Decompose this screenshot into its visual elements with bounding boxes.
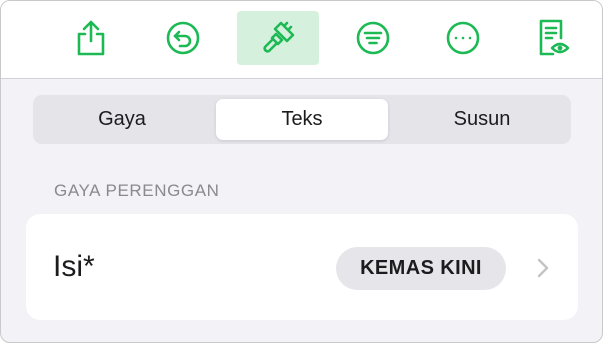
- segmented-control: Gaya Teks Susun: [33, 95, 571, 144]
- reader-view-button[interactable]: [512, 11, 594, 65]
- undo-icon: [165, 20, 201, 56]
- format-panel: Gaya Teks Susun GAYA PERENGGAN Isi* KEMA…: [0, 0, 603, 343]
- section-header: GAYA PERENGGAN: [54, 181, 220, 200]
- more-button[interactable]: [422, 11, 504, 65]
- reader-view-icon: [535, 18, 571, 58]
- segment-gaya[interactable]: Gaya: [37, 99, 207, 140]
- chevron-right-icon[interactable]: [536, 257, 550, 284]
- segment-susun[interactable]: Susun: [397, 99, 567, 140]
- paragraph-style-row[interactable]: Isi* KEMAS KINI: [26, 214, 578, 320]
- segment-label: Gaya: [98, 108, 146, 130]
- segment-label: Teks: [281, 108, 323, 130]
- insert-list-icon: [355, 20, 391, 56]
- update-style-button[interactable]: KEMAS KINI: [336, 247, 506, 290]
- insert-button[interactable]: [332, 11, 414, 65]
- share-icon: [74, 19, 108, 57]
- undo-button[interactable]: [142, 11, 224, 65]
- format-button[interactable]: [237, 11, 319, 65]
- segment-teks[interactable]: Teks: [216, 99, 388, 140]
- paintbrush-icon: [259, 19, 297, 57]
- toolbar: [1, 1, 602, 79]
- share-button[interactable]: [50, 11, 132, 65]
- paragraph-style-name: Isi*: [53, 250, 95, 283]
- segment-label: Susun: [453, 108, 511, 130]
- more-icon: [445, 20, 481, 56]
